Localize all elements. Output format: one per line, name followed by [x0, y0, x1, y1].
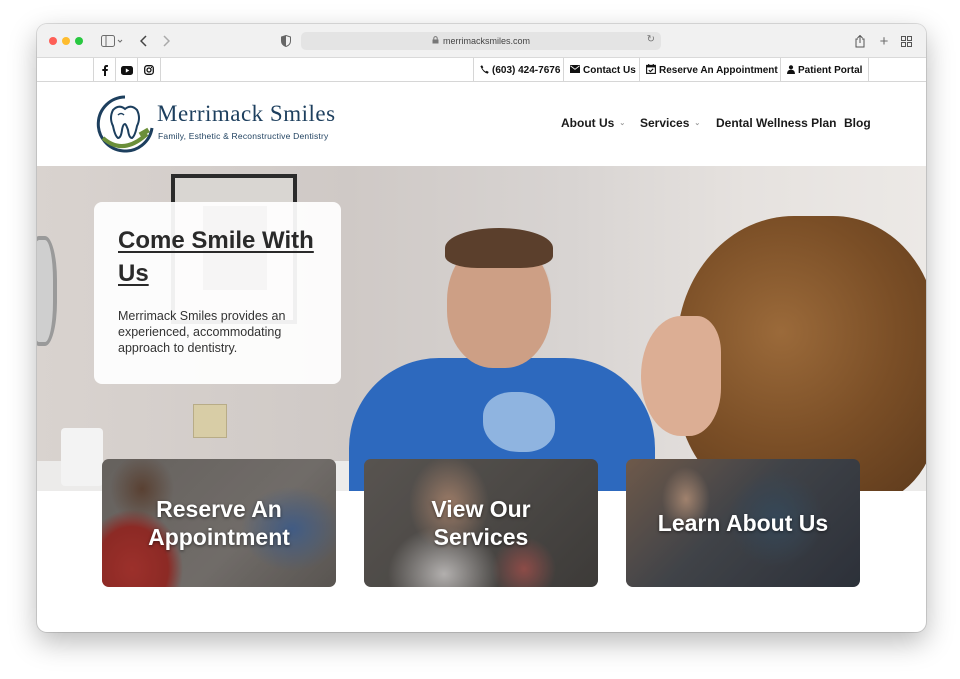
reload-icon[interactable]: ↻ [647, 34, 655, 45]
site-header: Merrimack Smiles Family, Esthetic & Reco… [37, 82, 926, 166]
chevron-down-icon: ⌄ [619, 120, 626, 127]
top-utility-bar: (603) 424-7676 Contact Us Reserve An App… [37, 58, 926, 82]
minimize-window-button[interactable] [62, 37, 70, 45]
nav-about-us[interactable]: About Us ⌄ [561, 116, 625, 130]
reserve-appointment-link[interactable]: Reserve An Appointment [639, 58, 784, 82]
logo-name: Merrimack Smiles [157, 101, 336, 126]
hero-mirror-shape [37, 236, 57, 346]
cta-learn-about-us[interactable]: Learn About Us [626, 459, 860, 587]
back-arrow-icon[interactable] [137, 32, 151, 50]
cta-view-services-label: View Our Services [431, 496, 531, 550]
nav-about-us-label: About Us [561, 116, 615, 130]
hero-card: Come Smile With Us Merrimack Smiles prov… [94, 202, 341, 384]
hero-description: Merrimack Smiles provides an experienced… [118, 309, 286, 355]
browser-window: merrimacksmiles.com ↻ + (603) 424-7676 C… [37, 24, 926, 632]
hero-glove-shape [483, 392, 555, 452]
tab-overview-icon[interactable] [899, 32, 913, 50]
hero-outlet-shape [193, 404, 227, 438]
address-url: merrimacksmiles.com [442, 36, 530, 46]
browser-toolbar: merrimacksmiles.com ↻ + [37, 24, 926, 58]
facebook-icon[interactable] [93, 58, 115, 82]
maximize-window-button[interactable] [75, 37, 83, 45]
new-tab-icon[interactable]: + [877, 32, 891, 50]
envelope-icon [570, 65, 580, 75]
hero-jar-shape [61, 428, 103, 486]
hero-patient-face [641, 316, 721, 436]
address-bar[interactable]: merrimacksmiles.com ↻ [301, 32, 661, 50]
chevron-down-icon: ⌄ [694, 120, 701, 127]
site-logo[interactable]: Merrimack Smiles Family, Esthetic & Reco… [95, 94, 395, 154]
nav-blog[interactable]: Blog [844, 116, 871, 130]
hero-title[interactable]: Come Smile With Us [118, 224, 318, 290]
nav-blog-label: Blog [844, 116, 871, 130]
contact-us-link[interactable]: Contact Us [563, 58, 642, 82]
nav-dental-wellness-plan-label: Dental Wellness Plan [716, 116, 837, 130]
nav-services-label: Services [640, 116, 690, 130]
reserve-appointment-label: Reserve An Appointment [659, 64, 778, 76]
patient-portal-link[interactable]: Patient Portal [780, 58, 870, 82]
nav-services[interactable]: Services ⌄ [640, 116, 700, 130]
cta-learn-about-us-label: Learn About Us [657, 510, 829, 536]
phone-link[interactable]: (603) 424-7676 [473, 58, 566, 82]
calendar-check-icon [646, 64, 656, 76]
nav-dental-wellness-plan[interactable]: Dental Wellness Plan [716, 116, 837, 130]
user-icon [787, 64, 795, 76]
close-window-button[interactable] [49, 37, 57, 45]
instagram-icon[interactable] [137, 58, 161, 82]
patient-portal-label: Patient Portal [798, 64, 863, 76]
hero-dentist-hair [445, 228, 553, 268]
privacy-shield-icon[interactable] [279, 32, 293, 50]
sidebar-toggle-icon[interactable] [99, 32, 125, 50]
cta-reserve-appointment-label: Reserve An Appointment [148, 496, 290, 550]
tooth-logo-icon [96, 95, 154, 153]
cta-view-services[interactable]: View Our Services [364, 459, 598, 587]
forward-arrow-icon[interactable] [159, 32, 173, 50]
contact-us-label: Contact Us [583, 64, 636, 76]
share-icon[interactable] [853, 32, 867, 50]
cta-reserve-appointment[interactable]: Reserve An Appointment [102, 459, 336, 587]
phone-icon [480, 64, 489, 76]
phone-number: (603) 424-7676 [492, 64, 561, 76]
lock-icon [432, 36, 439, 46]
youtube-icon[interactable] [115, 58, 137, 82]
logo-tagline: Family, Esthetic & Reconstructive Dentis… [158, 131, 329, 141]
